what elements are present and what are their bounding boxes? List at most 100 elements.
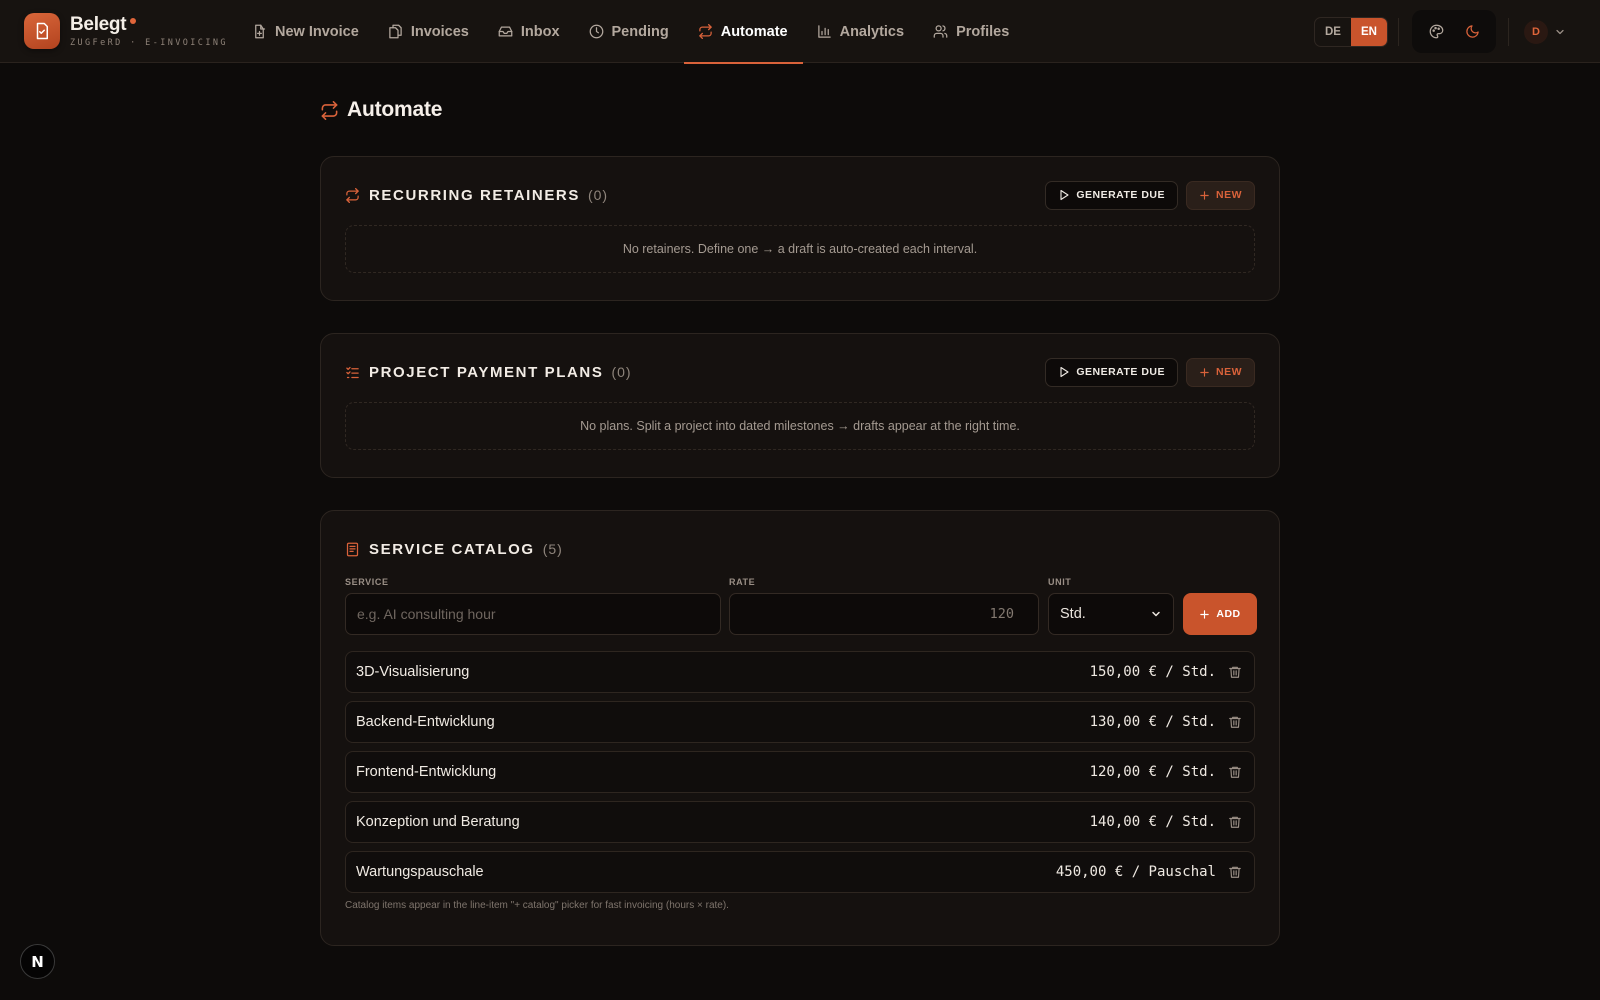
trash-icon bbox=[1229, 766, 1241, 778]
button-label: NEW bbox=[1216, 189, 1242, 201]
delete-button[interactable] bbox=[1227, 764, 1243, 780]
delete-button[interactable] bbox=[1227, 714, 1243, 730]
nav-label: Pending bbox=[611, 23, 669, 40]
dev-tools-button[interactable]: N bbox=[20, 944, 55, 979]
catalog-list: 3D-Visualisierung 150,00 € / Std. Backen… bbox=[345, 651, 1255, 901]
service-price: 450,00 € / Pauschal bbox=[1055, 864, 1216, 880]
bar-chart-icon bbox=[817, 25, 831, 38]
nav-inbox[interactable]: Inbox bbox=[484, 0, 575, 63]
unit-select[interactable]: Std. bbox=[1048, 593, 1174, 635]
palette-icon bbox=[1429, 24, 1443, 39]
generate-due-button[interactable]: GENERATE DUE bbox=[1045, 180, 1178, 210]
trash-icon bbox=[1229, 716, 1241, 728]
button-label: GENERATE DUE bbox=[1076, 366, 1165, 378]
nav-label: Inbox bbox=[520, 23, 560, 40]
user-menu[interactable]: D bbox=[1524, 20, 1566, 44]
fab-label: N bbox=[31, 952, 44, 971]
plus-icon bbox=[1200, 367, 1209, 377]
play-icon bbox=[1060, 366, 1069, 378]
page-header: Automate bbox=[320, 98, 442, 122]
clock-icon bbox=[589, 24, 603, 39]
files-icon bbox=[389, 24, 402, 39]
file-plus-icon bbox=[255, 24, 266, 39]
service-price: 130,00 € / Std. bbox=[1089, 714, 1216, 730]
plus-icon bbox=[1200, 609, 1210, 619]
avatar: D bbox=[1524, 20, 1548, 44]
service-price: 120,00 € / Std. bbox=[1089, 764, 1216, 780]
chevron-down-icon bbox=[1152, 611, 1160, 617]
nav-invoices[interactable]: Invoices bbox=[374, 0, 484, 63]
repeat-icon bbox=[698, 24, 712, 39]
list-check-icon bbox=[346, 366, 359, 378]
theme-toggle-button[interactable] bbox=[1457, 17, 1487, 47]
repeat-icon bbox=[346, 187, 359, 203]
nav-pending[interactable]: Pending bbox=[575, 0, 684, 63]
language-switch: DE EN bbox=[1314, 17, 1388, 47]
palette-button[interactable] bbox=[1421, 17, 1451, 47]
add-service-button[interactable]: ADD bbox=[1183, 593, 1257, 635]
catalog-item: Wartungspauschale 450,00 € / Pauschal bbox=[345, 851, 1255, 893]
book-icon bbox=[346, 542, 359, 556]
service-input[interactable] bbox=[357, 606, 709, 622]
divider bbox=[1398, 18, 1399, 46]
play-icon bbox=[1060, 189, 1069, 201]
rate-input[interactable] bbox=[741, 606, 1014, 622]
nav-label: Profiles bbox=[956, 23, 1010, 40]
moon-icon bbox=[1465, 25, 1479, 38]
service-price: 140,00 € / Std. bbox=[1089, 814, 1216, 830]
chevron-down-icon bbox=[1556, 29, 1564, 35]
new-plan-button[interactable]: NEW bbox=[1186, 357, 1255, 387]
nav-profiles[interactable]: Profiles bbox=[919, 0, 1024, 63]
button-label: NEW bbox=[1216, 366, 1242, 378]
card-title: PROJECT PAYMENT PLANS bbox=[369, 363, 604, 381]
brand-name: Belegt bbox=[70, 14, 228, 35]
service-field[interactable] bbox=[345, 593, 721, 635]
service-name: 3D-Visualisierung bbox=[356, 664, 470, 680]
payment-plans-card: PROJECT PAYMENT PLANS (0) GENERATE DUE N… bbox=[320, 333, 1280, 478]
rate-field[interactable] bbox=[729, 593, 1039, 635]
service-name: Backend-Entwicklung bbox=[356, 714, 495, 730]
card-title: SERVICE CATALOG bbox=[369, 540, 535, 558]
plus-icon bbox=[1200, 190, 1209, 200]
brand-dot bbox=[130, 17, 137, 24]
nav-label: Automate bbox=[720, 23, 788, 40]
rate-label: RATE bbox=[729, 577, 756, 587]
trash-icon bbox=[1229, 816, 1241, 828]
button-label: GENERATE DUE bbox=[1076, 189, 1165, 201]
unit-label: UNIT bbox=[1048, 577, 1072, 587]
trash-icon bbox=[1229, 866, 1241, 878]
nav-label: Analytics bbox=[839, 23, 905, 40]
brand-subtitle: ZUGFeRD · E-INVOICING bbox=[70, 37, 228, 48]
empty-state: No plans. Split a project into dated mil… bbox=[345, 402, 1255, 450]
nav-analytics[interactable]: Analytics bbox=[803, 0, 919, 63]
brand[interactable]: Belegt ZUGFeRD · E-INVOICING bbox=[24, 13, 228, 49]
invoice-check-icon bbox=[24, 13, 60, 49]
catalog-item: Frontend-Entwicklung 120,00 € / Std. bbox=[345, 751, 1255, 793]
delete-button[interactable] bbox=[1227, 664, 1243, 680]
nav-new-invoice[interactable]: New Invoice bbox=[238, 0, 374, 63]
service-name: Wartungspauschale bbox=[356, 864, 484, 880]
nav-automate[interactable]: Automate bbox=[683, 0, 803, 64]
delete-button[interactable] bbox=[1227, 814, 1243, 830]
lang-de-button[interactable]: DE bbox=[1315, 18, 1351, 46]
catalog-item: 3D-Visualisierung 150,00 € / Std. bbox=[345, 651, 1255, 693]
main-nav: New Invoice Invoices Inbox Pending Autom… bbox=[238, 0, 1024, 64]
top-bar: Belegt ZUGFeRD · E-INVOICING New Invoice… bbox=[0, 0, 1600, 64]
card-title: RECURRING RETAINERS bbox=[369, 186, 580, 204]
lang-en-button[interactable]: EN bbox=[1351, 18, 1387, 46]
service-name: Frontend-Entwicklung bbox=[356, 764, 497, 780]
service-name: Konzeption und Beratung bbox=[356, 814, 520, 830]
delete-button[interactable] bbox=[1227, 864, 1243, 880]
generate-due-button[interactable]: GENERATE DUE bbox=[1045, 357, 1178, 387]
item-count: (0) bbox=[611, 364, 632, 380]
inbox-icon bbox=[498, 26, 513, 37]
service-price: 150,00 € / Std. bbox=[1089, 664, 1216, 680]
unit-value: Std. bbox=[1060, 606, 1086, 622]
service-catalog-card: SERVICE CATALOG (5) SERVICE RATE UNIT St… bbox=[320, 510, 1280, 946]
new-retainer-button[interactable]: NEW bbox=[1186, 180, 1255, 210]
retainers-card: RECURRING RETAINERS (0) GENERATE DUE NEW… bbox=[320, 156, 1280, 301]
empty-state: No retainers. Define one → a draft is au… bbox=[345, 225, 1255, 273]
catalog-item: Backend-Entwicklung 130,00 € / Std. bbox=[345, 701, 1255, 743]
page-title: Automate bbox=[347, 98, 443, 121]
trash-icon bbox=[1229, 666, 1241, 678]
